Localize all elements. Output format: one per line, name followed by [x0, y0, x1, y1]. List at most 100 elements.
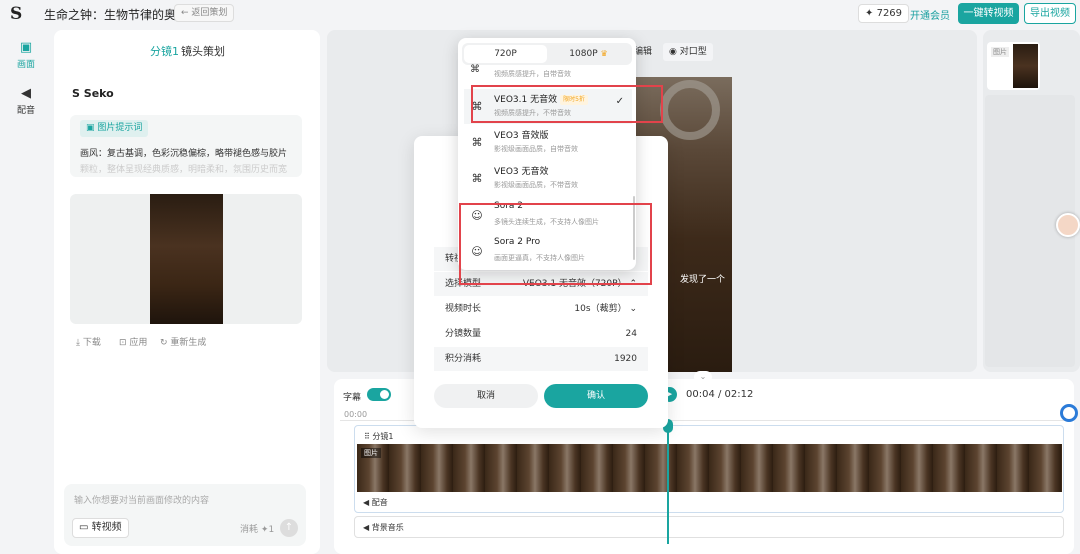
send-button[interactable]: ↑	[280, 519, 298, 537]
row-value[interactable]: 10s（裁剪） ⌄	[574, 297, 637, 321]
veo-icon: ⌘	[471, 172, 483, 185]
partial-item-desc: 视频质感提升，自带音效	[494, 70, 571, 78]
music-label-text: 背景音乐	[371, 523, 404, 532]
edit-input-placeholder[interactable]: 输入你想要对当前画面修改的内容	[74, 493, 209, 506]
assistant-avatar[interactable]	[1056, 213, 1080, 237]
regenerate-button[interactable]: ↻ 重新生成	[160, 335, 206, 348]
speaker-icon: ◀	[363, 498, 370, 507]
prompt-text-faded: 颗粒，整体呈现经典质感，明暗柔和，氛围历史而宽	[80, 165, 288, 175]
prompt-text: 画风：复古基调，色彩沉稳偏棕，略带褪色感与胶片	[80, 149, 288, 159]
music-track[interactable]	[354, 516, 1064, 538]
subtitle-label: 字幕	[343, 393, 362, 403]
time-display: 00:04 / 02:12	[686, 389, 754, 400]
nav-item-audio[interactable]: ◀ 配音	[10, 86, 42, 116]
option-desc: 影视级画面品质，不带音效	[494, 181, 578, 189]
track-label: ⠿ 分镜1	[364, 431, 394, 442]
tab-1080p-label: 1080P	[569, 49, 598, 59]
nav-label: 画面	[16, 60, 35, 70]
nav-label: 配音	[16, 106, 35, 116]
brand-name: Seko	[83, 87, 114, 100]
apply-label: 应用	[129, 338, 148, 348]
ruler-start-time: 00:00	[344, 410, 368, 419]
back-to-plan-button[interactable]: ← 返回策划	[174, 4, 235, 22]
frame-strip[interactable]	[357, 444, 1062, 492]
credits-value: 7269	[876, 8, 903, 19]
nav-item-image[interactable]: ▣ 画面	[10, 40, 42, 70]
apply-icon: ⊡	[119, 338, 127, 348]
thumb-type-tag: 图片	[991, 47, 1009, 57]
image-icon: ▣	[86, 123, 95, 133]
cost-value: 1	[268, 525, 275, 535]
duration-row[interactable]: 视频时长 10s（裁剪） ⌄	[434, 297, 648, 321]
dub-label-text: 配音	[371, 498, 388, 507]
export-video-button[interactable]: 导出视频	[1024, 3, 1076, 24]
row-label: 视频时长	[445, 304, 482, 314]
shot-tab[interactable]: 分镜1	[150, 43, 179, 59]
row-label: 分镜数量	[445, 329, 482, 339]
video-icon: ▭	[79, 522, 89, 533]
highlight-box-sora	[459, 203, 652, 285]
download-button[interactable]: ⤓ 下载	[76, 335, 101, 348]
playhead[interactable]	[667, 420, 669, 544]
duration-value: 10s（裁剪）	[574, 304, 627, 314]
download-icon: ⤓	[76, 338, 80, 348]
highlight-box-veo31	[471, 85, 663, 123]
apply-button[interactable]: ⊡ 应用	[119, 335, 147, 348]
chevron-down-icon: ⌄	[629, 304, 637, 314]
row-value: 24	[625, 329, 637, 339]
download-label: 下载	[82, 338, 101, 348]
row-label: 积分消耗	[445, 354, 482, 364]
shot-thumbnail[interactable]	[1013, 44, 1038, 88]
app-logo[interactable]: S	[10, 4, 26, 24]
confirm-button[interactable]: 确认	[544, 384, 648, 408]
music-icon: ◀	[363, 523, 370, 532]
credits-badge[interactable]: ✦ 7269	[858, 4, 910, 23]
lip-sync-button[interactable]: ◉ 对口型	[663, 43, 713, 61]
vip-link[interactable]: 开通会员	[910, 7, 950, 22]
option-desc: 影视级画面品质，自带音效	[494, 145, 578, 153]
back-label: 返回策划	[191, 8, 228, 18]
dubbing-track-label[interactable]: ◀ 配音	[363, 497, 388, 508]
credit-cost-row: 积分消耗 1920	[434, 347, 648, 371]
shot-count-row: 分镜数量 24	[434, 322, 648, 346]
seko-logo-icon: S	[72, 87, 80, 100]
track-label-text: 分镜1	[372, 432, 394, 441]
tab-720p[interactable]: 720P	[464, 45, 547, 63]
crown-icon: ♛	[600, 49, 608, 58]
handle-icon: ⠿	[364, 432, 370, 441]
to-video-button[interactable]: ▭ 转视频	[72, 518, 129, 538]
refresh-icon: ↻	[160, 338, 168, 348]
cancel-button[interactable]: 取消	[434, 384, 538, 408]
cost-label: 消耗	[240, 525, 259, 535]
eye-icon: ◉	[669, 47, 677, 57]
subtitle-toggle[interactable]	[367, 388, 391, 401]
resolution-tabs: 720P 1080P ♛	[462, 43, 632, 65]
shot-tab-title: 镜头策划	[181, 45, 225, 58]
generated-image[interactable]	[150, 194, 223, 324]
row-value: 1920	[614, 354, 637, 364]
tab-1080p[interactable]: 1080P ♛	[547, 45, 630, 63]
help-icon[interactable]	[1060, 404, 1078, 422]
cost-indicator: 消耗 ✦1	[240, 522, 274, 535]
prompt-tag-label: 图片提示词	[97, 123, 143, 133]
gear-decoration	[660, 80, 720, 140]
option-name: VEO3 无音效	[494, 167, 549, 177]
veo-icon: ⌘	[470, 64, 480, 75]
convert-video-button[interactable]: 一键转视频	[958, 3, 1019, 24]
music-track-label: ◀ 背景音乐	[363, 522, 404, 533]
model-option-veo3-audio[interactable]: ⌘ VEO3 音效版 影视级画面品质，自带音效	[464, 125, 632, 160]
veo-icon: ⌘	[471, 136, 483, 149]
project-title: 生命之钟：生物节律的奥秘	[44, 8, 189, 22]
edit-button[interactable]: 编辑	[634, 43, 652, 61]
image-prompt-tag: ▣ 图片提示词	[80, 120, 149, 137]
regenerate-label: 重新生成	[170, 338, 207, 348]
frames-type-tag: 图片	[361, 448, 381, 458]
seko-brand: S Seko	[72, 87, 114, 100]
option-name: VEO3 音效版	[494, 131, 549, 141]
to-video-label: 转视频	[91, 522, 122, 533]
arrow-up-icon: ↑	[284, 522, 294, 533]
speaker-icon: ◀	[21, 86, 31, 101]
model-option-veo3-silent[interactable]: ⌘ VEO3 无音效 影视级画面品质，不带音效	[464, 161, 632, 196]
preview-caption: 发现了一个	[680, 275, 726, 285]
credits-icon: ✦	[865, 8, 874, 19]
